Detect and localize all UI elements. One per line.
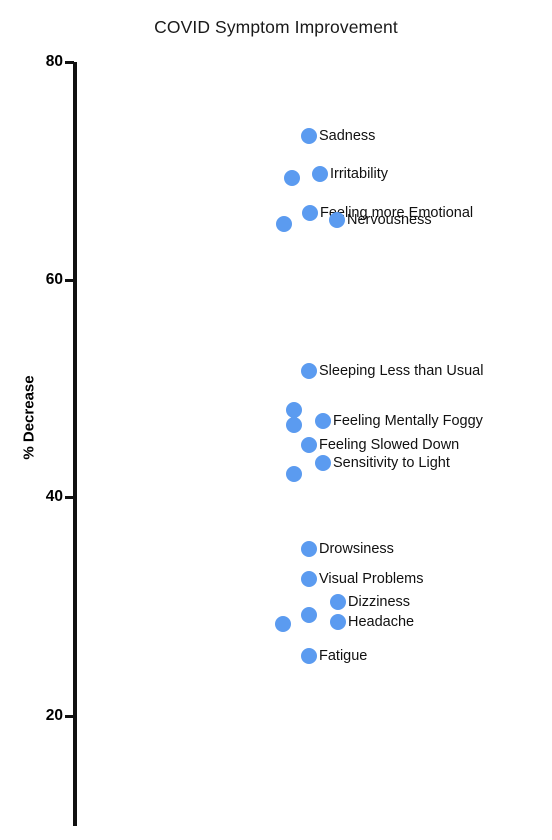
scatter-plot-area: SadnessSleeping More than UsualIrritabil… [0,0,552,840]
data-point-marker[interactable] [284,170,300,186]
data-point-label: Nervousness [347,211,432,228]
data-point-marker[interactable] [301,607,317,623]
data-point-marker[interactable] [312,166,328,182]
data-point-marker[interactable] [275,616,291,632]
data-point-marker[interactable] [301,541,317,557]
data-point-label: Feeling Slowed Down [319,436,460,453]
data-point-marker[interactable] [276,216,292,232]
data-point-marker[interactable] [330,614,346,630]
data-point-marker[interactable] [301,571,317,587]
data-point-marker[interactable] [329,212,345,228]
chart-canvas: COVID Symptom Improvement 80 60 40 20 % Dec… [0,0,552,840]
data-point-marker[interactable] [315,413,331,429]
data-point-marker[interactable] [315,455,331,471]
data-point-marker[interactable] [286,402,302,418]
data-point-label: Feeling Mentally Foggy [333,412,483,429]
data-point-label: Irritability [330,165,389,182]
data-point-label: Sleeping Less than Usual [319,362,484,379]
data-point-marker[interactable] [286,417,302,433]
data-point-label: Fatigue [319,647,368,664]
data-point-label: Drowsiness [319,540,394,557]
data-point-label: Sadness [319,127,376,144]
data-point-marker[interactable] [330,594,346,610]
data-point-marker[interactable] [301,648,317,664]
data-point-marker[interactable] [301,363,317,379]
data-point-marker[interactable] [286,466,302,482]
data-point-label: Headache [348,613,415,630]
data-point-marker[interactable] [302,205,318,221]
data-point-marker[interactable] [301,128,317,144]
data-point-label: Dizziness [348,593,411,610]
data-point-marker[interactable] [301,437,317,453]
data-point-label: Sensitivity to Light [333,454,450,471]
data-point-label: Visual Problems [319,570,424,587]
